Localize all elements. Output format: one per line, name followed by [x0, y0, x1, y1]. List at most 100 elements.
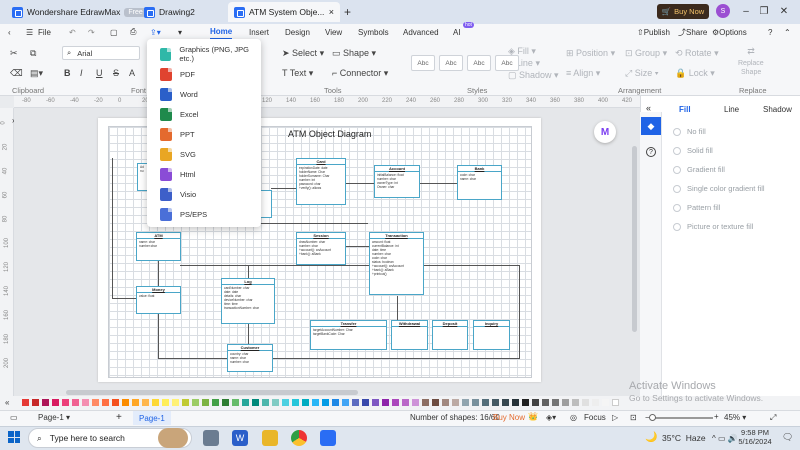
uml-class-inquiry[interactable]: Inquiry [473, 320, 510, 350]
color-swatch[interactable] [392, 399, 399, 406]
underline-icon[interactable]: U [96, 68, 103, 78]
lock-tool[interactable]: 🔒 Lock ▾ [675, 68, 715, 79]
notification-icon[interactable]: 🗨 [782, 432, 793, 443]
color-swatch[interactable] [362, 399, 369, 406]
uml-class-deposit[interactable]: Deposit [432, 320, 468, 350]
focus-button[interactable]: Focus [584, 413, 606, 422]
color-swatch[interactable] [332, 399, 339, 406]
color-swatch[interactable] [292, 399, 299, 406]
help-panel-icon[interactable]: ? [646, 147, 656, 157]
fit-page-icon[interactable]: ⊡ [630, 413, 637, 422]
publish-button[interactable]: ⇧ Publish [637, 24, 670, 40]
rotate-tool[interactable]: ⟲ Rotate ▾ [675, 48, 719, 59]
style-preset-4[interactable]: Abc [495, 55, 519, 71]
uml-class-transfer[interactable]: Transfer targetAccountNumber: Char target… [310, 320, 387, 350]
color-swatch[interactable] [122, 399, 129, 406]
weather-text[interactable]: 35°C Haze [662, 433, 706, 443]
color-swatch[interactable] [72, 399, 79, 406]
color-swatch[interactable] [132, 399, 139, 406]
zoom-slider-handle[interactable] [649, 414, 656, 421]
export-html-item[interactable]: Html [147, 164, 261, 184]
layers-icon[interactable]: ◈▾ [546, 413, 556, 422]
color-swatch[interactable] [142, 399, 149, 406]
shadow-tool[interactable]: ▢ Shadow ▾ [508, 70, 559, 81]
bold-icon[interactable]: B [64, 68, 71, 78]
tab-design[interactable]: Design [285, 24, 310, 40]
ai-assistant-icon[interactable]: M [594, 121, 616, 143]
play-icon[interactable]: ▷ [612, 413, 618, 422]
word-app-icon[interactable]: W [232, 430, 248, 446]
color-swatch[interactable] [442, 399, 449, 406]
focus-icon[interactable]: ◎ [570, 413, 577, 422]
color-swatch[interactable] [412, 399, 419, 406]
color-swatch[interactable] [602, 399, 609, 406]
horizontal-scrollbar[interactable] [66, 390, 358, 395]
uml-class-account[interactable]: Account initialBalance: float number: cha… [374, 165, 420, 198]
tab-atm-system[interactable]: ATM System Obje... × [228, 2, 340, 22]
tab-ai[interactable]: AI hot [453, 22, 474, 40]
color-swatch[interactable] [52, 399, 59, 406]
print-icon[interactable]: ⎙ [130, 24, 136, 40]
edrawmax-app-icon[interactable] [320, 430, 336, 446]
tab-drawing2[interactable]: Drawing2 [138, 2, 201, 22]
add-page-button[interactable]: + [116, 412, 122, 423]
fill-option-pattern[interactable]: Pattern fill [673, 203, 720, 212]
strikethrough-icon[interactable]: S [113, 68, 119, 78]
fullscreen-icon[interactable]: ⤢ [770, 413, 776, 423]
color-swatch[interactable] [302, 399, 309, 406]
tab-line[interactable]: Line [724, 105, 739, 114]
tab-view[interactable]: View [325, 24, 342, 40]
page-view-icon[interactable]: ▭ [10, 413, 18, 422]
cut-icon[interactable]: ✂ [10, 48, 18, 59]
redo-icon[interactable]: ↷ [88, 24, 95, 40]
color-swatch[interactable] [272, 399, 279, 406]
color-swatch[interactable] [542, 399, 549, 406]
color-swatch[interactable] [562, 399, 569, 406]
color-swatch[interactable] [572, 399, 579, 406]
uml-class-withdrawal[interactable]: Withdrawal [391, 320, 428, 350]
export-graphics-item[interactable]: Graphics (PNG, JPG etc.) [147, 44, 261, 64]
file-menu[interactable]: File [38, 24, 51, 40]
vertical-scrollbar[interactable] [632, 146, 637, 332]
hamburger-icon[interactable]: ☰ [26, 24, 33, 40]
paste-icon[interactable]: ▤▾ [30, 68, 43, 79]
style-preset-2[interactable]: Abc [439, 55, 463, 71]
help-icon[interactable]: ? [768, 24, 772, 40]
tab-home[interactable]: Home [210, 24, 233, 40]
export-svg-item[interactable]: SVG [147, 144, 261, 164]
color-swatch[interactable] [482, 399, 489, 406]
zoom-slider[interactable] [655, 417, 713, 419]
export-pdf-item[interactable]: PDF [147, 64, 261, 84]
fill-option-solid[interactable]: Solid fill [673, 146, 713, 155]
export-icon[interactable]: ⇪▾ [150, 24, 161, 40]
fill-option-none[interactable]: No fill [673, 127, 706, 136]
uml-class-log[interactable]: Log cardNumber: char date: date details: … [221, 278, 275, 324]
tab-advanced[interactable]: Advanced [403, 24, 439, 40]
color-swatch[interactable] [552, 399, 559, 406]
color-swatch[interactable] [492, 399, 499, 406]
color-swatch[interactable] [212, 399, 219, 406]
color-swatch[interactable] [162, 399, 169, 406]
task-view-icon[interactable] [203, 430, 219, 446]
uml-class-card[interactable]: Card expirationDate: date holderName: Cha… [296, 158, 346, 205]
color-swatch[interactable] [592, 399, 599, 406]
file-explorer-icon[interactable] [262, 430, 278, 446]
style-preset-3[interactable]: Abc [467, 55, 491, 71]
color-swatch[interactable] [502, 399, 509, 406]
color-swatch[interactable] [262, 399, 269, 406]
status-buy-now-button[interactable]: Buy Now [493, 413, 525, 422]
save-icon[interactable]: ▢ [110, 24, 118, 40]
color-swatch[interactable] [422, 399, 429, 406]
export-visio-item[interactable]: Visio [147, 184, 261, 204]
color-swatch[interactable] [182, 399, 189, 406]
page-selector[interactable]: Page-1 ▾ [38, 413, 70, 422]
format-painter-icon[interactable]: ⌫ [10, 68, 23, 79]
color-swatch[interactable] [372, 399, 379, 406]
fill-option-picture[interactable]: Picture or texture fill [673, 222, 753, 231]
windows-start-icon[interactable] [8, 431, 20, 443]
color-swatch[interactable] [22, 399, 29, 406]
zoom-level[interactable]: 45% ▾ [724, 413, 746, 422]
select-tool[interactable]: ➤ Select ▾ [282, 48, 324, 59]
tab-insert[interactable]: Insert [249, 24, 269, 40]
color-swatch[interactable] [92, 399, 99, 406]
